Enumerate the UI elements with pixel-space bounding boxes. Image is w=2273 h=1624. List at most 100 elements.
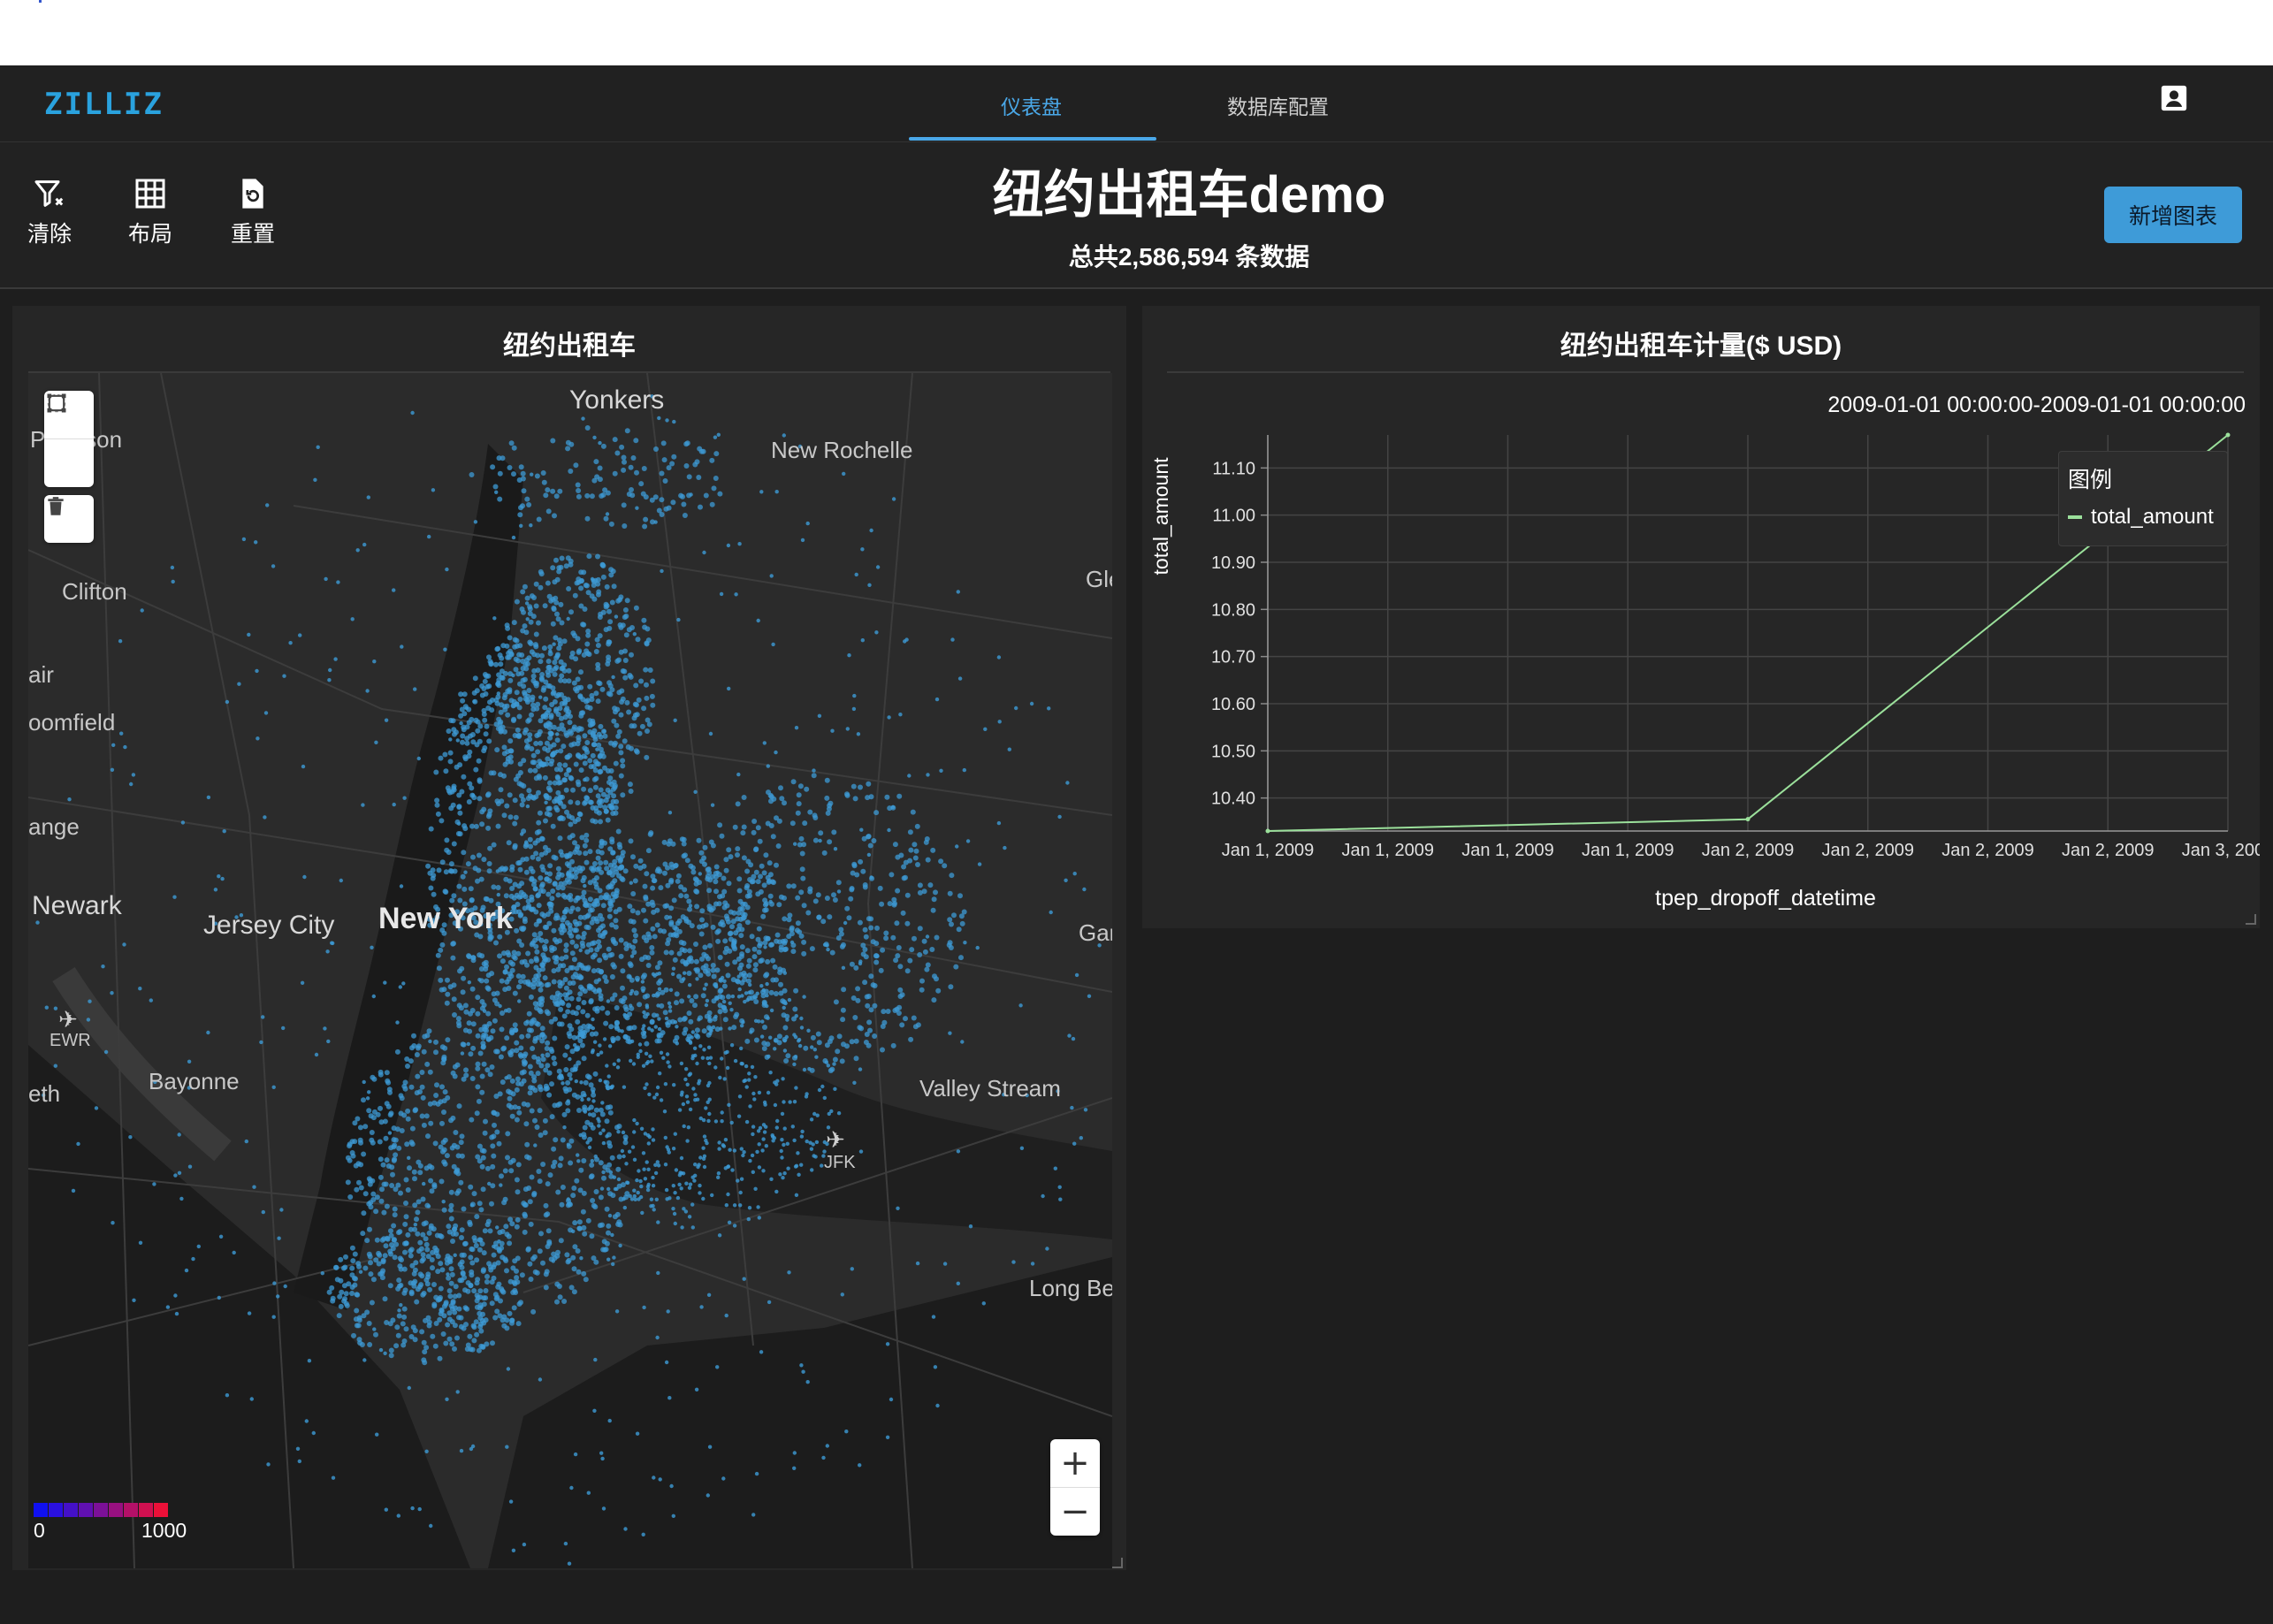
taxi-point [868,973,874,980]
taxi-point [562,894,568,900]
account-icon[interactable] [2159,83,2189,113]
taxi-point [761,870,767,876]
taxi-point [184,1268,189,1273]
line-chart[interactable]: Jan 1, 2009 Jan 1, 2009 Jan 1, 2009 Jan 1, … [1142,306,2260,928]
taxi-point [652,1208,656,1212]
taxi-point [558,601,564,607]
taxi-point [560,1137,566,1143]
taxi-point [489,1201,494,1207]
taxi-point [446,1310,453,1316]
taxi-point [925,857,931,863]
taxi-point [641,934,647,941]
taxi-point [550,1163,556,1170]
taxi-point [877,885,883,891]
taxi-point [727,1220,732,1224]
taxi-point [555,732,560,736]
taxi-point [911,1015,917,1021]
taxi-point [759,957,765,964]
taxi-point [545,1181,551,1187]
taxi-point [846,915,852,921]
taxi-point [701,1028,707,1034]
taxi-point [361,1210,367,1216]
taxi-point [667,1004,673,1010]
taxi-point [220,876,225,881]
taxi-point [584,740,591,745]
taxi-point [460,873,466,880]
taxi-point [601,1128,606,1132]
taxi-point [524,661,530,667]
map-panel-resize-handle[interactable] [1112,1558,1123,1568]
taxi-point [610,1084,614,1088]
taxi-point [614,1309,620,1314]
map-canvas[interactable] [28,373,1112,1568]
taxi-point [460,1051,465,1056]
taxi-point [568,561,574,568]
taxi-point [643,1086,647,1090]
taxi-point [416,756,421,761]
taxi-point [793,1164,798,1169]
taxi-point [858,1067,863,1071]
taxi-point [438,977,444,983]
taxi-point [763,945,767,949]
zoom-out-button[interactable]: − [1050,1488,1100,1536]
taxi-point-map[interactable]: Yonkers New Rochelle Paterson Clifton Gl… [28,373,1112,1568]
taxi-point [213,888,218,892]
taxi-point [683,971,687,975]
taxi-point [440,1140,446,1146]
taxi-point [449,1341,455,1347]
taxi-point [805,1380,810,1384]
taxi-point [812,1048,817,1052]
taxi-point [579,835,585,841]
taxi-point [539,1025,545,1032]
taxi-point [504,1325,510,1331]
taxi-point [810,1168,814,1172]
tab-dashboard[interactable]: 仪表盘 [1001,90,1062,120]
taxi-point [868,1007,874,1013]
taxi-point [546,664,553,670]
logo[interactable]: ZILLIZ [44,87,164,122]
taxi-point [849,961,855,967]
taxi-point [862,884,868,890]
taxi-point [501,695,507,701]
taxi-point [744,893,751,899]
taxi-point [760,913,767,919]
taxi-point [633,682,639,689]
taxi-point [383,980,387,985]
delete-shape-button[interactable] [44,495,94,543]
taxi-point [575,482,581,488]
zoom-in-button[interactable]: + [1050,1439,1100,1488]
scale-swatch [64,1503,78,1517]
taxi-point [449,1319,455,1325]
taxi-point [695,1097,700,1102]
taxi-point [572,927,578,934]
taxi-point [645,1012,650,1017]
taxi-point [722,1077,727,1081]
taxi-point [761,987,766,993]
taxi-point [600,903,606,909]
taxi-point [416,1043,422,1049]
taxi-point [356,1179,362,1186]
taxi-point [739,1046,744,1051]
taxi-point [432,1343,439,1349]
taxi-point [540,1260,545,1266]
data-point [1265,828,1270,834]
taxi-point [515,1162,522,1168]
chart-panel-resize-handle[interactable] [2246,914,2256,925]
taxi-point [571,1229,576,1233]
taxi-point [411,1270,417,1277]
taxi-point [685,1100,690,1104]
taxi-point [564,1044,570,1050]
legend-item-total-amount[interactable]: total_amount [2091,505,2214,530]
taxi-point [561,914,567,920]
taxi-point [149,998,153,1003]
taxi-point [518,464,524,470]
taxi-point [570,1193,576,1199]
draw-rectangle-button[interactable] [44,393,94,487]
taxi-point [629,908,636,914]
taxi-point [402,1221,408,1227]
tab-database-config[interactable]: 数据库配置 [1227,90,1329,120]
taxi-point [569,905,576,911]
add-chart-button[interactable]: 新增图表 [2104,187,2242,243]
taxi-point [599,916,605,922]
taxi-point [574,1178,580,1184]
